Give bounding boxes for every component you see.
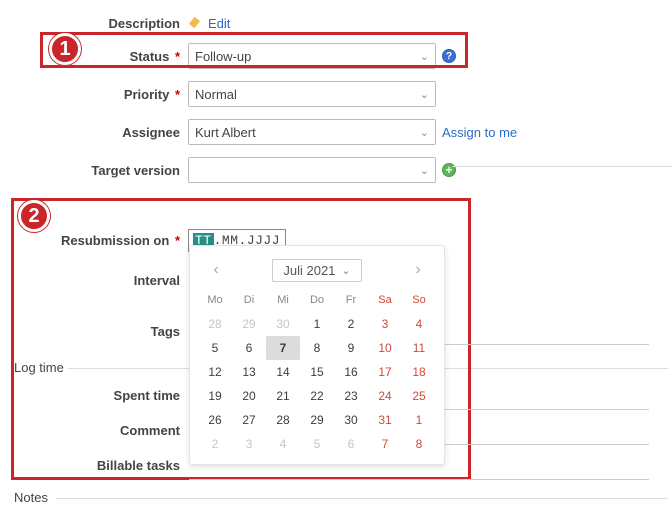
- calendar-day[interactable]: 17: [368, 360, 402, 384]
- calendar-day[interactable]: 11: [402, 336, 436, 360]
- priority-value: Normal: [195, 87, 237, 102]
- calendar-day[interactable]: 14: [266, 360, 300, 384]
- row-assignee: Assignee Kurt Albert ⌄ Assign to me: [0, 113, 672, 151]
- calendar-day[interactable]: 7: [368, 432, 402, 456]
- priority-select[interactable]: Normal ⌄: [188, 81, 436, 107]
- calendar-day[interactable]: 20: [232, 384, 266, 408]
- dow-header: Fr: [334, 290, 368, 312]
- calendar-day[interactable]: 16: [334, 360, 368, 384]
- callout-badge-1: 1: [49, 33, 81, 65]
- label-description: Description: [0, 16, 188, 31]
- label-status: Status *: [0, 49, 188, 64]
- pencil-icon: [188, 17, 202, 31]
- calendar-day[interactable]: 29: [300, 408, 334, 432]
- status-value: Follow-up: [195, 49, 251, 64]
- calendar-day[interactable]: 3: [368, 312, 402, 336]
- label-spent-time: Spent time: [0, 388, 188, 403]
- calendar-day[interactable]: 5: [300, 432, 334, 456]
- help-icon[interactable]: ?: [442, 49, 456, 63]
- target-version-select[interactable]: ⌄: [188, 157, 436, 183]
- chevron-down-icon: ⌄: [420, 50, 429, 63]
- calendar-day[interactable]: 22: [300, 384, 334, 408]
- calendar-day[interactable]: 15: [300, 360, 334, 384]
- calendar-day[interactable]: 4: [266, 432, 300, 456]
- date-picker: ‹ Juli 2021 ⌄ › MoDiMiDoFrSaSo2829301234…: [189, 245, 445, 465]
- row-status: Status * Follow-up ⌄ ?: [0, 37, 672, 75]
- assign-to-me-link[interactable]: Assign to me: [442, 125, 517, 140]
- chevron-down-icon: ⌄: [420, 126, 429, 139]
- assignee-value: Kurt Albert: [195, 125, 256, 140]
- calendar-day[interactable]: 1: [300, 312, 334, 336]
- calendar-day[interactable]: 19: [198, 384, 232, 408]
- section-notes: Notes: [14, 490, 48, 505]
- section-log-time: Log time: [14, 360, 64, 375]
- calendar-day[interactable]: 25: [402, 384, 436, 408]
- notes-divider: [56, 498, 668, 499]
- calendar-day[interactable]: 18: [402, 360, 436, 384]
- calendar-day[interactable]: 29: [232, 312, 266, 336]
- dow-header: Mo: [198, 290, 232, 312]
- dow-header: Mi: [266, 290, 300, 312]
- edit-link[interactable]: Edit: [208, 16, 230, 31]
- label-assignee: Assignee: [0, 125, 188, 140]
- calendar-grid: MoDiMiDoFrSaSo28293012345678910111213141…: [198, 290, 436, 456]
- calendar-day[interactable]: 21: [266, 384, 300, 408]
- chevron-down-icon: ⌄: [420, 164, 429, 177]
- row-priority: Priority * Normal ⌄: [0, 75, 672, 113]
- label-tags: Tags: [0, 324, 188, 339]
- label-interval: Interval: [0, 273, 188, 288]
- calendar-day[interactable]: 7: [266, 336, 300, 360]
- calendar-day[interactable]: 23: [334, 384, 368, 408]
- calendar-day[interactable]: 30: [266, 312, 300, 336]
- next-month-button[interactable]: ›: [406, 258, 430, 282]
- calendar-day[interactable]: 5: [198, 336, 232, 360]
- calendar-day[interactable]: 13: [232, 360, 266, 384]
- chevron-down-icon: ⌄: [341, 264, 350, 277]
- row-target-version: Target version ⌄ +: [0, 151, 672, 189]
- calendar-day[interactable]: 6: [334, 432, 368, 456]
- prev-month-button[interactable]: ‹: [204, 258, 228, 282]
- calendar-day[interactable]: 31: [368, 408, 402, 432]
- calendar-day[interactable]: 8: [300, 336, 334, 360]
- calendar-day[interactable]: 24: [368, 384, 402, 408]
- calendar-day[interactable]: 12: [198, 360, 232, 384]
- dow-header: So: [402, 290, 436, 312]
- calendar-day[interactable]: 3: [232, 432, 266, 456]
- calendar-day[interactable]: 28: [198, 312, 232, 336]
- chevron-down-icon: ⌄: [420, 88, 429, 101]
- label-resubmission: Resubmission on *: [0, 233, 188, 248]
- divider: [452, 166, 672, 167]
- label-comment: Comment: [0, 423, 188, 438]
- label-priority: Priority *: [0, 87, 188, 102]
- calendar-day[interactable]: 2: [334, 312, 368, 336]
- dow-header: Sa: [368, 290, 402, 312]
- calendar-day[interactable]: 1: [402, 408, 436, 432]
- callout-badge-2: 2: [18, 200, 50, 232]
- dow-header: Di: [232, 290, 266, 312]
- row-description: Description Edit: [0, 10, 672, 37]
- label-target-version: Target version: [0, 163, 188, 178]
- assignee-select[interactable]: Kurt Albert ⌄: [188, 119, 436, 145]
- status-select[interactable]: Follow-up ⌄: [188, 43, 436, 69]
- calendar-day[interactable]: 28: [266, 408, 300, 432]
- label-billable: Billable tasks: [0, 458, 188, 473]
- calendar-day[interactable]: 2: [198, 432, 232, 456]
- calendar-day[interactable]: 30: [334, 408, 368, 432]
- calendar-day[interactable]: 6: [232, 336, 266, 360]
- calendar-day[interactable]: 27: [232, 408, 266, 432]
- month-select[interactable]: Juli 2021 ⌄: [272, 259, 361, 282]
- calendar-day[interactable]: 8: [402, 432, 436, 456]
- calendar-day[interactable]: 26: [198, 408, 232, 432]
- dow-header: Do: [300, 290, 334, 312]
- calendar-day[interactable]: 10: [368, 336, 402, 360]
- calendar-day[interactable]: 9: [334, 336, 368, 360]
- month-label: Juli 2021: [283, 263, 335, 278]
- calendar-day[interactable]: 4: [402, 312, 436, 336]
